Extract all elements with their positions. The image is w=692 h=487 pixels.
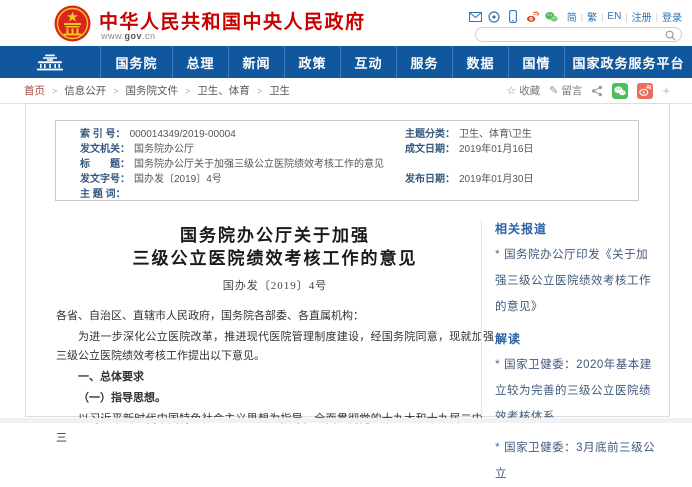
meta-agency-value: 国务院办公厅	[134, 142, 194, 157]
login-link[interactable]: 登录	[662, 9, 682, 24]
mobile-icon[interactable]	[507, 10, 520, 23]
related-report-link[interactable]: *国务院办公厅印发《关于加强三级公立医院绩效考核工作的意见》	[495, 241, 658, 320]
search-icon[interactable]	[665, 30, 676, 41]
national-emblem-icon	[54, 5, 91, 42]
table-row: 主 题 词：	[80, 187, 618, 202]
nav-item-interact[interactable]: 互动	[340, 46, 396, 78]
page-title: 国务院办公厅关于加强 三级公立医院绩效考核工作的意见	[56, 224, 494, 270]
header-quick-bar: 简| 繁| EN| 注册| 登录	[469, 9, 682, 24]
salutation-paragraph: 各省、自治区、直辖市人民政府，国务院各部委、各直属机构：	[56, 307, 494, 326]
lang-simplified-link[interactable]: 简	[567, 9, 577, 24]
home-gate-button[interactable]	[0, 46, 100, 78]
document-body-column: 国务院办公厅关于加强 三级公立医院绩效考核工作的意见 国办发〔2019〕4号 各…	[56, 224, 494, 448]
share-icon	[591, 85, 603, 97]
meta-title-value: 国务院办公厅关于加强三级公立医院绩效考核工作的意见	[134, 157, 384, 172]
nav-item-services[interactable]: 服务	[396, 46, 452, 78]
meta-publish-date-value: 2019年01月30日	[459, 172, 534, 187]
nav-item-gov-service-platform[interactable]: 国家政务服务平台	[564, 46, 692, 78]
nav-item-state-council[interactable]: 国务院	[100, 46, 172, 78]
breadcrumb: 首页 > 信息公开 > 国务院文件 > 卫生、体育 > 卫生	[24, 83, 290, 98]
search-input[interactable]	[475, 27, 682, 42]
header-links: 简| 繁| EN| 注册| 登录	[567, 9, 682, 24]
tiananmen-gate-icon	[32, 54, 68, 71]
pencil-icon: ✎	[549, 84, 558, 97]
document-title-line2: 三级公立医院绩效考核工作的意见	[56, 247, 494, 270]
share-button[interactable]	[591, 85, 603, 97]
table-row: 发文机关： 国务院办公厅 成文日期： 2019年01月16日	[80, 142, 618, 157]
register-link[interactable]: 注册	[632, 9, 652, 24]
meta-index-value: 000014349/2019-00004	[130, 127, 236, 142]
page-actions: ☆收藏 ✎留言 +	[506, 83, 670, 99]
meta-doc-no-value: 国办发〔2019〕4号	[134, 172, 222, 187]
comment-button[interactable]: ✎留言	[549, 83, 582, 98]
star-icon: ☆	[506, 84, 516, 97]
meta-category-label: 主题分类：	[405, 127, 455, 142]
meta-title-label: 标 题：	[80, 157, 130, 172]
interpretation-link[interactable]: *国家卫健委：3月底前三级公立	[495, 434, 658, 487]
document-text: 各省、自治区、直辖市人民政府，国务院各部委、各直属机构： 为进一步深化公立医院改…	[56, 307, 494, 448]
site-url: www.gov.cn	[101, 31, 156, 41]
bullet-icon: *	[495, 247, 500, 261]
wechat-icon[interactable]	[545, 10, 558, 23]
document-panel: 索 引 号： 000014349/2019-00004 主题分类： 卫生、体育\卫生…	[25, 103, 670, 417]
intro-paragraph: 为进一步深化公立医院改革，推进现代医院管理制度建设，经国务院同意，现就加强三级公…	[56, 328, 494, 366]
meta-keywords-label: 主 题 词：	[80, 189, 126, 200]
body-paragraph: 以习近平新时代中国特色社会主义思想为指导，全面贯彻党的十九大和十九届二中、三	[56, 410, 494, 448]
weibo-badge-icon	[639, 85, 651, 96]
table-row: 索 引 号： 000014349/2019-00004 主题分类： 卫生、体育\卫生	[80, 127, 618, 142]
breadcrumb-info-disclosure[interactable]: 信息公开	[64, 83, 106, 98]
site-title: 中华人民共和国中央人民政府	[99, 7, 366, 34]
table-row: 发文字号： 国办发〔2019〕4号 发布日期： 2019年01月30日	[80, 172, 618, 187]
meta-written-date-label: 成文日期：	[405, 142, 455, 157]
breadcrumb-row: 首页 > 信息公开 > 国务院文件 > 卫生、体育 > 卫生 ☆收藏 ✎留言 +	[0, 78, 692, 103]
site-header: 中华人民共和国中央人民政府 www.gov.cn 简| 繁| EN| 注册| 登…	[0, 0, 692, 46]
meta-category-value: 卫生、体育\卫生	[459, 127, 532, 142]
nav-item-data[interactable]: 数据	[452, 46, 508, 78]
more-share-button[interactable]: +	[662, 83, 670, 98]
meta-written-date-value: 2019年01月16日	[459, 142, 534, 157]
document-title-line1: 国务院办公厅关于加强	[56, 224, 494, 247]
bullet-icon: *	[495, 440, 500, 454]
breadcrumb-state-council-docs[interactable]: 国务院文件	[126, 83, 179, 98]
bullet-icon: *	[495, 357, 500, 371]
meta-index-label: 索 引 号：	[80, 127, 126, 142]
nav-item-policy[interactable]: 政策	[284, 46, 340, 78]
document-number: 国办发〔2019〕4号	[56, 277, 494, 293]
share-wechat-button[interactable]	[612, 83, 628, 99]
favorite-button[interactable]: ☆收藏	[506, 83, 540, 98]
breadcrumb-home[interactable]: 首页	[24, 83, 45, 98]
interpretation-heading: 解读	[495, 330, 658, 347]
section-heading: 一、总体要求	[56, 368, 494, 387]
lang-english-link[interactable]: EN	[607, 11, 621, 22]
nav-item-news[interactable]: 新闻	[228, 46, 284, 78]
page-background-strip	[0, 418, 692, 423]
main-nav: 国务院 总理 新闻 政策 互动 服务 数据 国情 国家政务服务平台	[0, 46, 692, 78]
breadcrumb-health[interactable]: 卫生	[269, 83, 290, 98]
related-sidebar: 相关报道 *国务院办公厅印发《关于加强三级公立医院绩效考核工作的意见》 解读 *…	[481, 220, 658, 416]
share-weibo-button[interactable]	[637, 83, 653, 99]
subsection-heading: （一）指导思想。	[56, 389, 494, 408]
nav-item-national-conditions[interactable]: 国情	[508, 46, 564, 78]
meta-doc-no-label: 发文字号：	[80, 172, 130, 187]
related-reports-heading: 相关报道	[495, 220, 658, 237]
lang-traditional-link[interactable]: 繁	[587, 9, 597, 24]
table-row: 标 题： 国务院办公厅关于加强三级公立医院绩效考核工作的意见	[80, 157, 618, 172]
breadcrumb-health-sports[interactable]: 卫生、体育	[197, 83, 250, 98]
meta-agency-label: 发文机关：	[80, 142, 130, 157]
nav-item-premier[interactable]: 总理	[172, 46, 228, 78]
weibo-icon[interactable]	[526, 10, 539, 23]
meta-publish-date-label: 发布日期：	[405, 172, 455, 187]
mail-icon[interactable]	[469, 10, 482, 23]
wechat-badge-icon	[614, 86, 626, 96]
accessibility-circle-icon[interactable]	[488, 10, 501, 23]
document-meta-table: 索 引 号： 000014349/2019-00004 主题分类： 卫生、体育\卫生…	[55, 120, 639, 201]
